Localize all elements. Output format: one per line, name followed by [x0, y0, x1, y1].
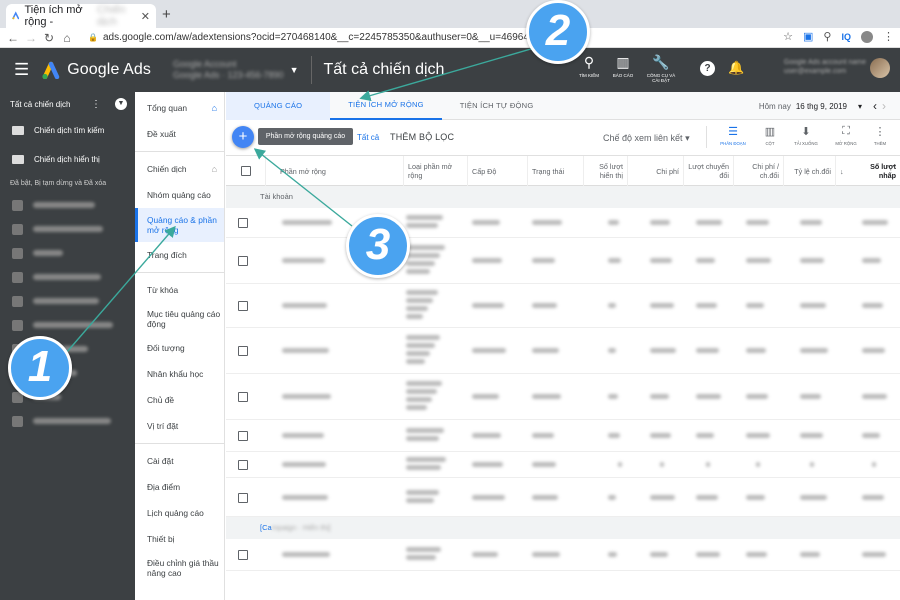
- arrow-3: [253, 148, 353, 227]
- arrow-2: [359, 43, 549, 102]
- screenshot: { "browser": { "tab_title": "Tiện ích mở…: [0, 0, 900, 600]
- annotation-arrows: [59, 43, 549, 361]
- step-badge-1: 1: [8, 336, 72, 400]
- step-badge-3: 3: [346, 214, 410, 278]
- step-badge-2: 2: [526, 0, 590, 64]
- arrow-1: [59, 225, 176, 361]
